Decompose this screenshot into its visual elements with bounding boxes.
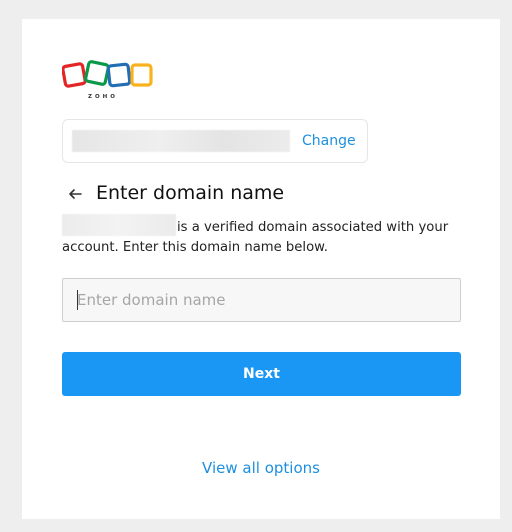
logo-text: ZOHO (88, 94, 118, 100)
account-identifier-box: Change (62, 119, 368, 163)
domain-input[interactable] (62, 278, 461, 322)
masked-email (72, 130, 290, 152)
change-account-link[interactable]: Change (302, 133, 356, 149)
domain-description: is a verified domain associated with you… (62, 220, 449, 255)
next-button[interactable]: Next (62, 352, 461, 396)
signin-card: ZOHO Change Enter domain name is a verif… (22, 19, 500, 519)
zoho-logo: ZOHO (61, 59, 156, 103)
page-title: Enter domain name (96, 182, 285, 204)
back-arrow-icon[interactable] (68, 186, 82, 200)
text-caret (77, 290, 78, 310)
view-all-options-link[interactable]: View all options (22, 459, 500, 477)
